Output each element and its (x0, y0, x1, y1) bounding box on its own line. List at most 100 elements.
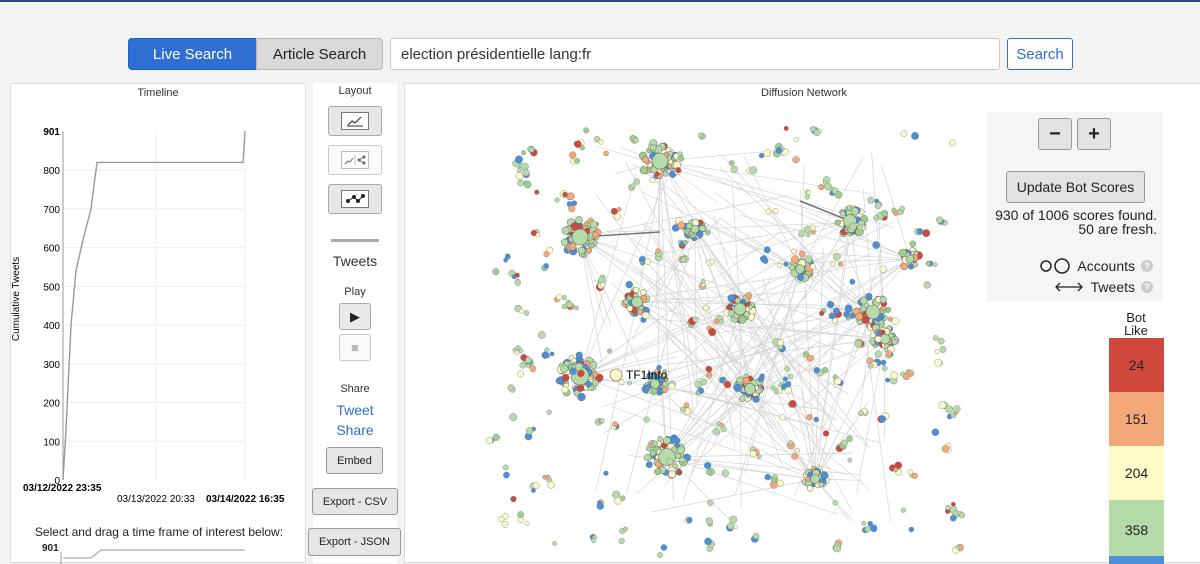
network-node[interactable] (799, 251, 805, 257)
network-node[interactable] (728, 295, 735, 302)
network-node[interactable] (614, 213, 621, 220)
network-node[interactable] (604, 151, 609, 156)
network-node[interactable] (578, 247, 585, 254)
export-json-button[interactable]: Export - JSON (308, 528, 401, 556)
network-node[interactable] (827, 301, 834, 308)
network-node[interactable] (570, 368, 577, 375)
network-node[interactable] (640, 167, 647, 174)
network-node[interactable] (661, 544, 667, 550)
network-node[interactable] (656, 249, 660, 253)
network-node[interactable] (938, 338, 944, 344)
network-node[interactable] (642, 385, 650, 393)
network-node[interactable] (644, 454, 651, 461)
network-node[interactable] (959, 512, 965, 518)
network-node[interactable] (850, 313, 855, 318)
network-node[interactable] (498, 516, 504, 522)
search-button[interactable]: Search (1007, 38, 1073, 70)
search-input[interactable] (390, 38, 1000, 70)
network-node[interactable] (530, 365, 536, 371)
network-hub-node[interactable] (745, 384, 756, 395)
network-node[interactable] (627, 306, 633, 312)
network-node[interactable] (562, 387, 568, 393)
network-node[interactable] (792, 157, 798, 163)
network-node[interactable] (708, 500, 714, 506)
network-node[interactable] (515, 280, 521, 286)
network-node[interactable] (811, 230, 815, 234)
network-node[interactable] (526, 427, 533, 434)
network-node[interactable] (771, 385, 775, 389)
network-node[interactable] (516, 172, 523, 179)
network-node[interactable] (784, 126, 789, 131)
network-node[interactable] (764, 150, 771, 157)
network-node[interactable] (704, 462, 711, 469)
network-node[interactable] (508, 384, 514, 390)
network-node[interactable] (714, 319, 719, 324)
network-node[interactable] (792, 249, 797, 254)
network-hub-node[interactable] (906, 255, 914, 263)
network-node[interactable] (926, 261, 931, 266)
network-node[interactable] (486, 437, 493, 444)
network-node[interactable] (954, 405, 961, 412)
network-node[interactable] (784, 262, 789, 267)
network-node[interactable] (777, 480, 784, 487)
time-slider-bar[interactable] (331, 239, 379, 242)
network-node[interactable] (845, 305, 852, 312)
network-node[interactable] (868, 363, 873, 368)
network-node[interactable] (728, 523, 735, 530)
network-node[interactable] (881, 210, 888, 217)
network-node[interactable] (586, 248, 592, 254)
network-node[interactable] (899, 249, 907, 257)
network-node[interactable] (888, 317, 893, 322)
network-node[interactable] (738, 316, 746, 324)
network-node[interactable] (705, 230, 710, 235)
network-node[interactable] (676, 167, 681, 172)
network-node[interactable] (821, 472, 828, 479)
network-node[interactable] (577, 385, 584, 392)
network-node[interactable] (515, 156, 523, 164)
network-node[interactable] (720, 377, 725, 382)
network-node[interactable] (668, 471, 675, 478)
network-node[interactable] (619, 379, 625, 385)
network-node[interactable] (806, 233, 810, 237)
network-node[interactable] (780, 415, 786, 421)
network-node[interactable] (739, 396, 745, 402)
network-node[interactable] (850, 279, 855, 284)
network-node[interactable] (777, 263, 781, 267)
network-node[interactable] (841, 440, 847, 446)
network-node[interactable] (556, 378, 562, 384)
network-node[interactable] (634, 179, 640, 185)
network-node[interactable] (569, 243, 576, 250)
network-node[interactable] (901, 131, 907, 137)
share-link[interactable]: Share (313, 422, 397, 438)
network-node[interactable] (519, 309, 523, 313)
network-node[interactable] (503, 465, 508, 470)
network-node[interactable] (677, 470, 682, 475)
network-node[interactable] (759, 153, 764, 158)
network-node[interactable] (764, 247, 770, 253)
network-node[interactable] (935, 359, 942, 366)
network-node[interactable] (524, 311, 529, 316)
network-node[interactable] (562, 295, 567, 300)
network-node[interactable] (950, 515, 956, 521)
tweets-help-icon[interactable]: ? (1141, 281, 1153, 293)
network-node[interactable] (873, 215, 878, 220)
network-node[interactable] (885, 378, 889, 382)
network-node[interactable] (807, 355, 814, 362)
network-node[interactable] (750, 451, 757, 458)
network-node[interactable] (642, 312, 649, 319)
network-node[interactable] (875, 336, 881, 342)
network-node[interactable] (529, 147, 534, 152)
network-node[interactable] (833, 253, 840, 260)
network-node[interactable] (710, 259, 715, 264)
network-node[interactable] (882, 366, 887, 371)
network-node[interactable] (592, 232, 598, 238)
network-node[interactable] (753, 533, 759, 539)
network-node[interactable] (713, 428, 720, 435)
network-node[interactable] (701, 279, 705, 283)
network-node[interactable] (648, 443, 652, 447)
network-node[interactable] (942, 445, 949, 452)
network-node[interactable] (912, 473, 918, 479)
tf1info-node[interactable] (610, 369, 622, 381)
network-node[interactable] (663, 437, 670, 444)
network-node[interactable] (819, 311, 824, 316)
